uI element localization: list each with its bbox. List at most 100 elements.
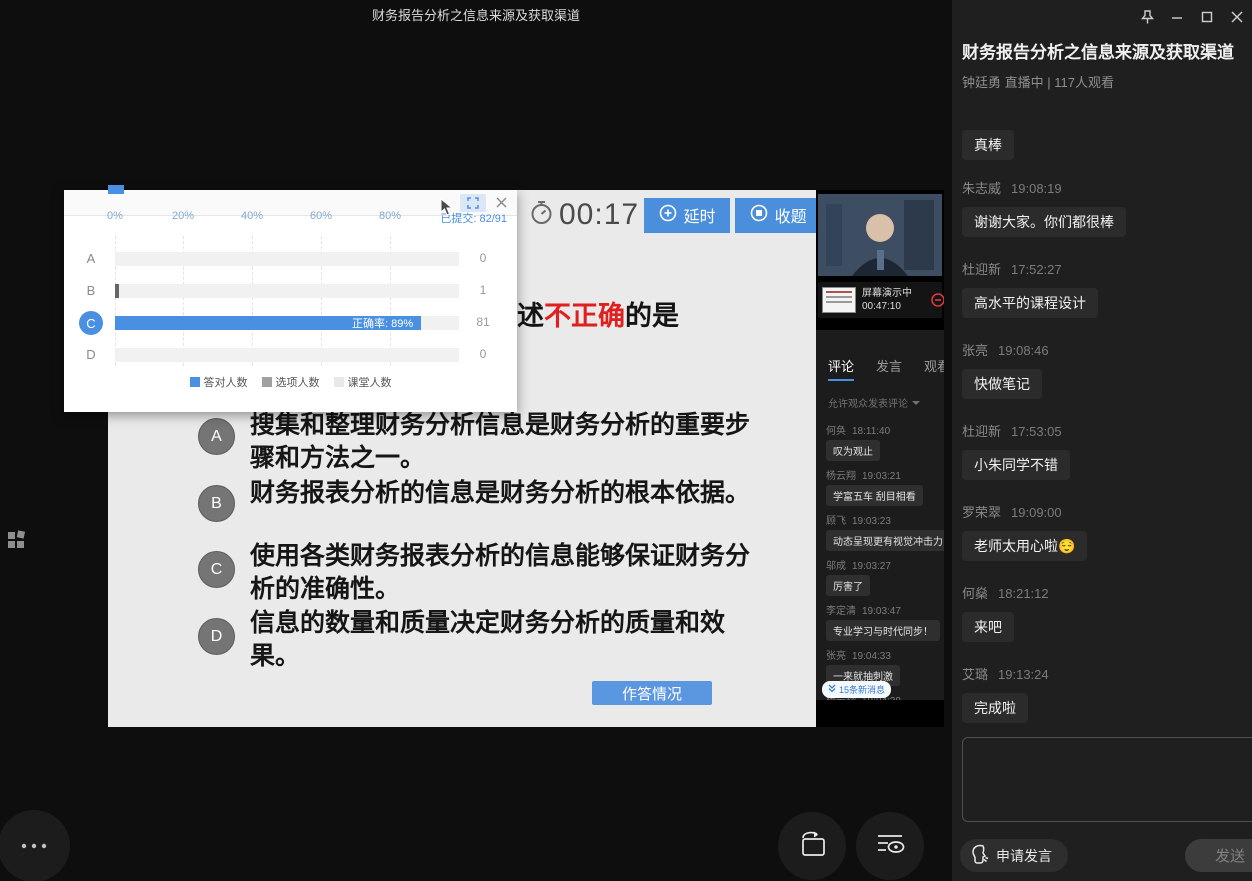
presenter-video-thumbnail[interactable] [818,194,942,276]
comment-author: 顾飞 [826,516,846,527]
chat-message: 杜迎新17:52:27 高水平的课程设计 [962,259,1250,318]
chat-input[interactable] [963,738,1252,821]
comment-author: 邬成 [826,561,846,572]
apply-speak-label: 申请发言 [996,846,1052,866]
answer-status-button[interactable]: 作答情况 [592,681,712,705]
page-title: 财务报告分析之信息来源及获取渠道 [0,5,952,24]
option-text-d: 信息的数量和质量决定财务分析的质量和效果。 [250,607,752,673]
stopwatch-icon [528,199,555,231]
collect-question-button[interactable]: 收题 [735,198,821,233]
poll-row-label-d: D [80,347,102,362]
plus-circle-icon [659,204,677,227]
poll-legend: 答对人数 选项人数 课堂人数 [64,374,517,390]
option-badge-b: B [198,485,235,522]
correct-rate-label: 正确率: 89% [352,315,421,331]
extend-time-button[interactable]: 延时 [644,198,730,233]
comment-author: 何奂 [826,426,846,437]
chat-message: 张亮19:08:46 快做笔记 [962,340,1250,399]
chevron-down-icon [912,401,920,405]
chat-time: 19:09:00 [1011,505,1062,520]
question-highlight: 不正确 [544,301,625,331]
close-icon[interactable] [496,196,507,210]
quiz-timer: 00:17 延时 收题 [528,196,821,234]
comment-bubble: 厉害了 [826,575,870,596]
comment-time: 19:03:23 [852,516,891,527]
extend-time-label: 延时 [684,203,716,227]
stop-share-icon[interactable] [930,292,944,311]
chat-author: 何燊 [962,586,988,601]
new-messages-pill[interactable]: 15条新消息 [822,681,891,698]
poll-row-label-a: A [80,251,102,266]
maximize-icon[interactable] [1198,8,1216,26]
chat-time: 19:08:46 [998,343,1049,358]
option-badge-a: A [198,418,235,455]
chat-time: 17:52:27 [1011,262,1062,277]
pin-icon[interactable] [1138,8,1156,26]
chat-bubble: 完成啦 [962,693,1028,723]
poll-value-a: 0 [466,251,500,265]
collect-question-label: 收题 [775,203,807,227]
more-options-button[interactable] [0,810,70,881]
chat-bubble: 快做笔记 [962,369,1042,399]
tab-comments[interactable]: 评论 [828,356,854,381]
tab-viewers[interactable]: 观看 [924,356,944,381]
comment-bubble: 专业学习与时代同步！ [826,620,940,641]
chat-time: 19:13:24 [998,667,1049,682]
chat-time: 19:08:19 [1011,181,1062,196]
chat-author: 朱志威 [962,181,1001,196]
double-chevron-down-icon [828,684,836,695]
chat-author: 罗荣翠 [962,505,1001,520]
mouse-cursor [440,198,454,221]
chat-bubble: 来吧 [962,612,1014,642]
embedded-comment-panel: 评论 发言 观看 允许观众发表评论 何奂18:11:40 叹为观止 杨云翔19:… [816,330,944,700]
comment-item: 杨云翔19:03:21 学富五车 刮目相看 [826,467,938,506]
poll-bar-a [115,252,459,266]
tab-speak[interactable]: 发言 [876,356,902,381]
send-button[interactable]: 发送 [1185,839,1252,872]
comment-author: 李定清 [826,606,856,617]
poll-value-b: 1 [466,283,500,297]
fullscreen-icon[interactable] [460,194,486,212]
screen-share-duration: 00:47:10 [862,300,912,313]
comment-author: 杨云翔 [826,471,856,482]
poll-value-c: 81 [466,315,500,329]
apply-speak-button[interactable]: 申请发言 [960,839,1068,872]
screen-share-status-row: 屏幕演示中 00:47:10 [818,282,942,318]
apps-grid-icon[interactable] [6,528,28,550]
screen-share-thumbnail [822,287,856,313]
chat-sidebar: 财务报告分析之信息来源及获取渠道 钟廷勇 直播中 | 117人观看 真棒 朱志威… [952,0,1252,881]
option-text-a: 搜集和整理财务分析信息是财务分析的重要步骤和方法之一。 [250,409,752,475]
comment-item: 邬成 19:03:27 厉害了 [826,557,938,596]
question-text: 述不正确的是 [517,294,679,333]
poll-bar-d [115,348,459,362]
chat-message: 朱志威19:08:19 谢谢大家。你们都很棒 [962,178,1250,237]
close-icon[interactable] [1228,8,1246,26]
comment-list[interactable]: 何奂 18:11:40 叹为观止 杨云翔19:03:21 学富五车 刮目相看 顾飞… [816,410,944,700]
switch-presentation-button[interactable] [778,812,846,880]
comment-time: 18:11:40 [852,426,890,437]
stop-circle-icon [750,204,768,227]
comment-bubble: 叹为观止 [826,440,880,461]
stream-title: 财务报告分析之信息来源及获取渠道 [962,38,1246,63]
minimize-icon[interactable] [1168,8,1186,26]
option-text-b: 财务报表分析的信息是财务分析的根本依据。 [250,477,752,510]
stream-side-column: 屏幕演示中 00:47:10 评论 发言 观看 允许观众发表评论 何奂 18:11… [816,190,944,727]
legend-swatch-option [262,377,272,387]
chat-message: 罗荣翠 19:09:00 老师太用心啦😌 [962,502,1250,561]
chat-time: 18:21:12 [998,586,1049,601]
poll-row-label-c: C [79,311,103,335]
comment-time: 19:03:27 [852,561,891,572]
poll-value-d: 0 [466,347,500,361]
chat-bubble: 高水平的课程设计 [962,288,1098,318]
chat-bubble: 老师太用心啦😌 [962,531,1087,561]
comment-permission-dropdown[interactable]: 允许观众发表评论 [816,381,944,410]
viewer-list-button[interactable] [856,812,924,880]
comment-bubble: 学富五车 刮目相看 [826,485,923,506]
comment-time: 19:03:47 [862,606,901,617]
chat-message: 艾璐19:13:24 完成啦 [962,664,1250,723]
chat-bubble: 真棒 [962,130,1014,160]
present-window-icon [795,829,829,864]
chat-message-list[interactable]: 真棒 朱志威19:08:19 谢谢大家。你们都很棒 杜迎新17:52:27 高水… [962,130,1250,725]
slide-edge-marker [108,185,124,194]
chat-author: 杜迎新 [962,424,1001,439]
